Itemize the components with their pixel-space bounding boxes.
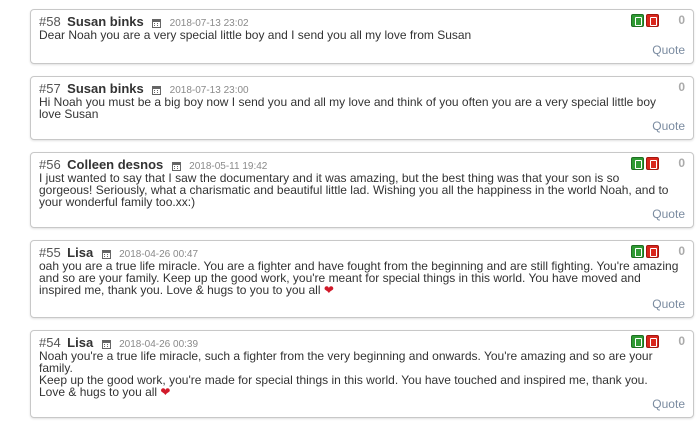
vote-buttons (629, 335, 659, 349)
calendar-icon (171, 162, 181, 171)
quote-link[interactable]: Quote (652, 207, 685, 221)
thumb-up-icon[interactable] (631, 335, 644, 348)
comment-score: 0 (678, 156, 685, 170)
comment-score: 0 (678, 244, 685, 258)
comment-number: #56 (39, 157, 61, 172)
comment-line: your wonderful family too.xx:) (39, 195, 196, 209)
comment-author: Lisa (67, 245, 94, 260)
comment-card: #56 Colleen desnos 2018-05-11 19:42 0 I … (30, 152, 694, 228)
quote-link[interactable]: Quote (652, 43, 685, 57)
comment-author: Colleen desnos (67, 157, 164, 172)
comment-line: love Susan (39, 107, 99, 121)
quote-link[interactable]: Quote (652, 297, 685, 311)
vote-buttons (629, 245, 659, 259)
comment-text: Hi Noah you must be a big boy now I send… (39, 96, 683, 120)
comment-card: #54 Lisa 2018-04-26 00:39 0 Noah you're … (30, 330, 694, 418)
quote-link[interactable]: Quote (652, 119, 685, 133)
comment-line: inspired me, thank you. Love & hugs to y… (39, 284, 683, 296)
thumb-down-icon[interactable] (646, 14, 659, 27)
comment-line-text: Love & hugs to you all (39, 385, 158, 399)
thumb-down-icon[interactable] (646, 245, 659, 258)
comment-card: #55 Lisa 2018-04-26 00:47 0 oah you are … (30, 240, 694, 318)
comment-number: #58 (39, 14, 61, 29)
comment-number: #55 (39, 245, 61, 260)
calendar-icon (101, 250, 111, 259)
comment-author: Susan binks (67, 14, 144, 29)
comment-list: #58 Susan binks 2018-07-13 23:02 0 Dear … (0, 0, 700, 425)
comment-number: #54 (39, 335, 61, 350)
comment-card: #57 Susan binks 2018-07-13 23:00 0 Hi No… (30, 76, 694, 140)
thumb-up-icon[interactable] (631, 245, 644, 258)
heart-icon: ❤ (323, 283, 334, 297)
comment-text: Noah you're a true life miracle, such a … (39, 350, 683, 398)
comment-score: 0 (678, 334, 685, 348)
comment-author: Lisa (67, 335, 94, 350)
comment-text: Dear Noah you are a very special little … (39, 29, 683, 41)
calendar-icon (152, 86, 162, 95)
comment-score: 0 (678, 80, 685, 94)
vote-buttons (629, 157, 659, 171)
comment-line: Hi Noah you must be a big boy now I send… (39, 95, 657, 109)
comment-line: Love & hugs to you all ❤ (39, 386, 683, 398)
comment-score: 0 (678, 13, 685, 27)
vote-buttons (629, 14, 659, 28)
heart-icon: ❤ (160, 385, 171, 399)
comment-card: #58 Susan binks 2018-07-13 23:02 0 Dear … (30, 9, 694, 64)
thumb-up-icon[interactable] (631, 157, 644, 170)
comment-author: Susan binks (67, 81, 144, 96)
comment-number: #57 (39, 81, 61, 96)
comment-text: I just wanted to say that I saw the docu… (39, 172, 683, 208)
comment-line-text: inspired me, thank you. Love & hugs to y… (39, 283, 321, 297)
thumb-up-icon[interactable] (631, 14, 644, 27)
comment-text: oah you are a true life miracle. You are… (39, 260, 683, 296)
quote-link[interactable]: Quote (652, 397, 685, 411)
comment-line: Dear Noah you are a very special little … (39, 28, 472, 42)
thumb-down-icon[interactable] (646, 335, 659, 348)
calendar-icon (152, 19, 162, 28)
calendar-icon (101, 340, 111, 349)
comment-line: Noah you're a true life miracle, such a … (39, 349, 653, 363)
thumb-down-icon[interactable] (646, 157, 659, 170)
